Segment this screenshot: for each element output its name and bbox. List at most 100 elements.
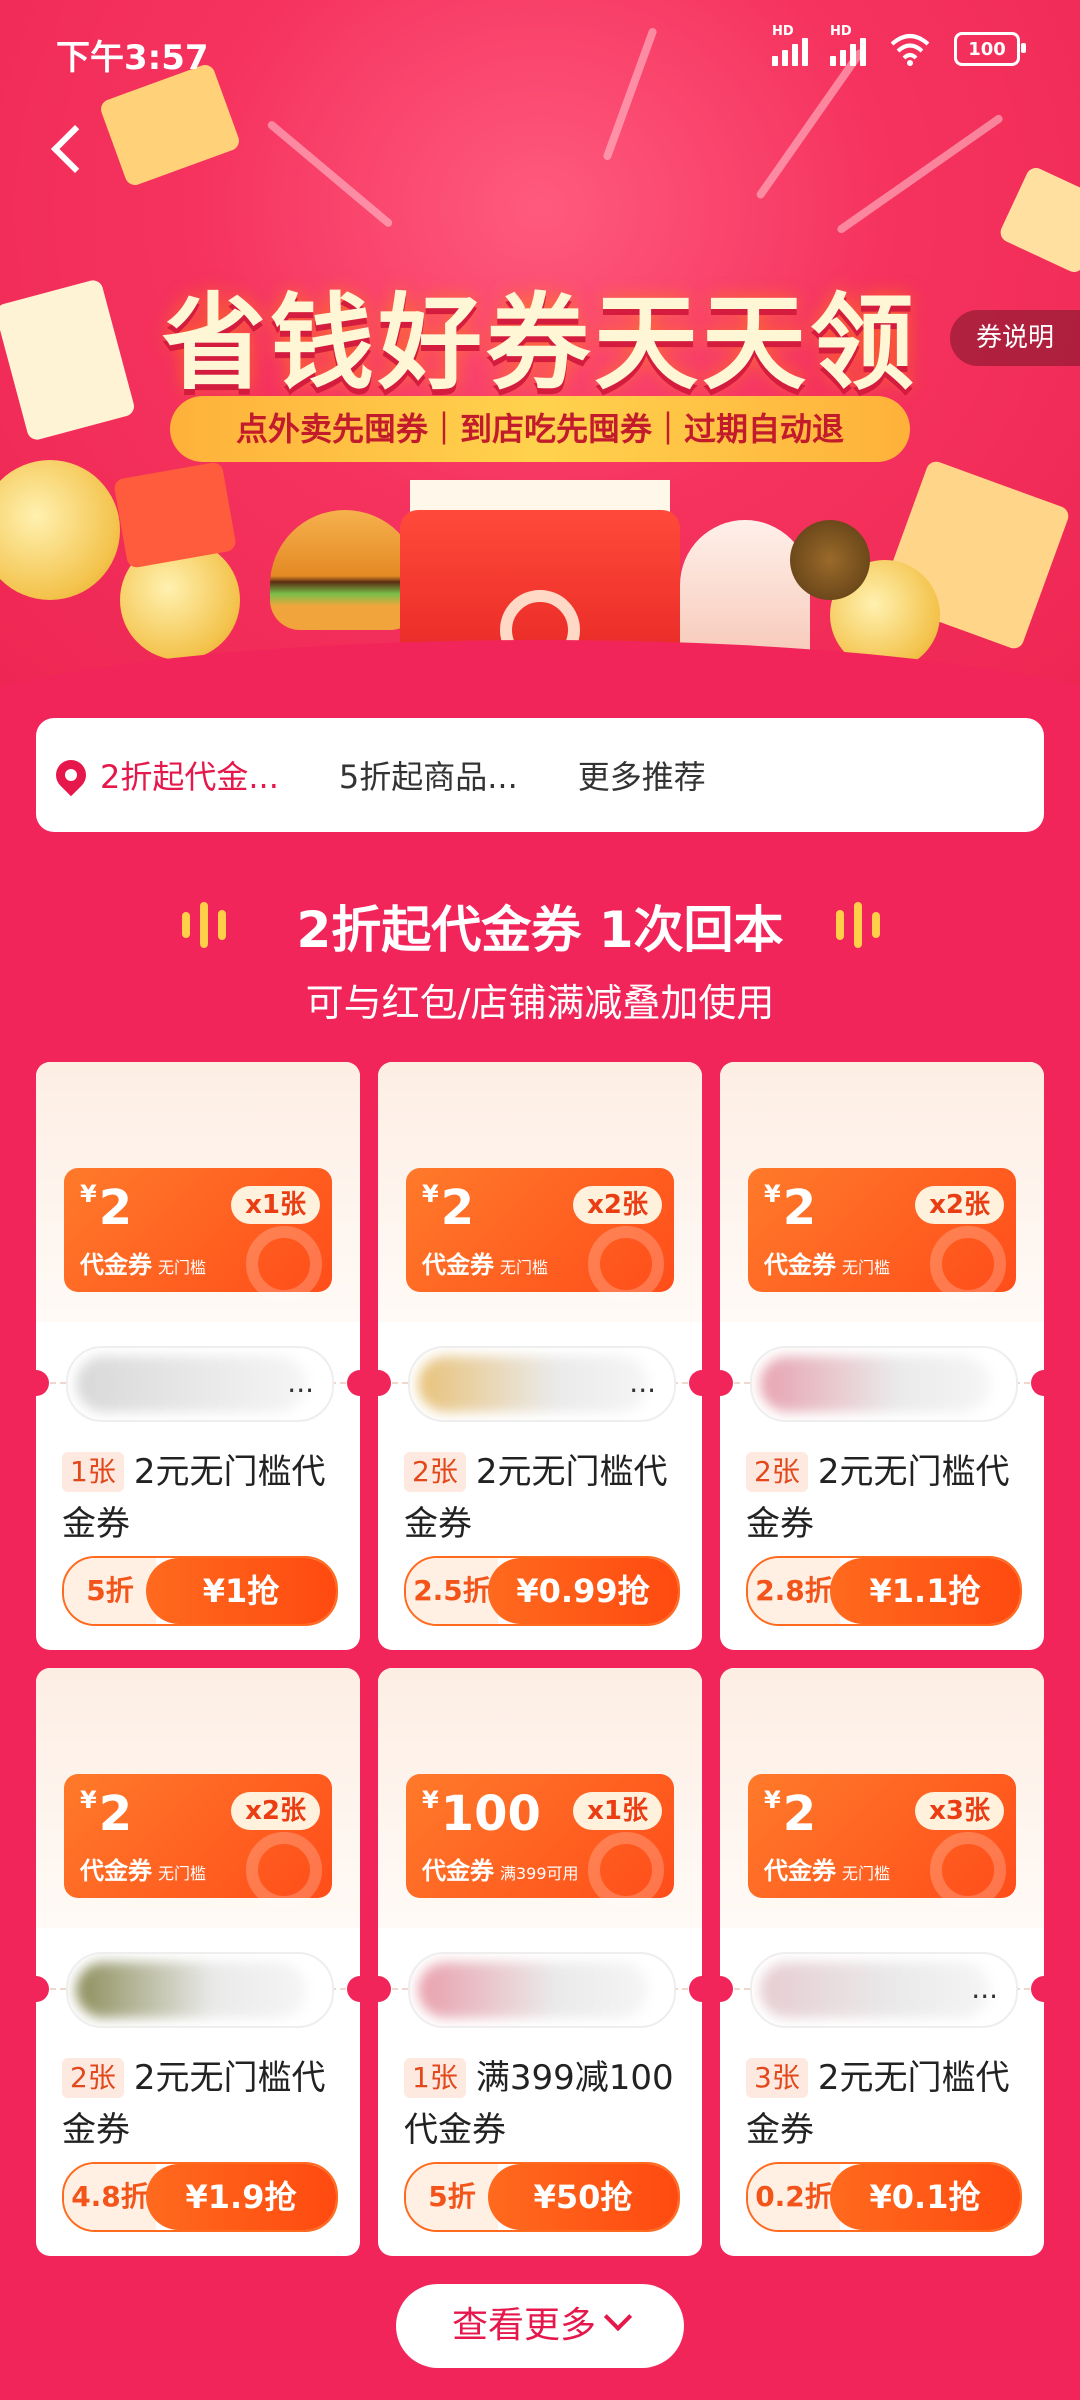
eleme-logo-icon xyxy=(930,1832,1006,1908)
grab-button[interactable]: 5折 ¥50抢 xyxy=(404,2162,680,2232)
blurred-shop-name xyxy=(760,1962,990,2018)
amount-value: 2 xyxy=(782,1786,817,1842)
coupon-card[interactable]: ¥2 x2张 代金券 无门槛 2张 2元无门槛代金券 2.8折 ¥1.1抢 xyxy=(720,1062,1044,1650)
voucher-amount: ¥100 xyxy=(422,1786,541,1842)
card-notch xyxy=(347,1976,360,2002)
blurred-shop-name xyxy=(418,1356,648,1412)
voucher-ticket: ¥2 x2张 代金券 无门槛 xyxy=(64,1774,332,1908)
back-button[interactable] xyxy=(40,120,100,180)
voucher-threshold: 无门槛 xyxy=(500,1258,549,1277)
discount-label: 2.8折 xyxy=(748,1558,840,1624)
coupon-card[interactable]: ¥2 x2张 代金券 无门槛 2张 2元无门槛代金券 4.8折 ¥1.9抢 xyxy=(36,1668,360,2256)
currency-symbol: ¥ xyxy=(422,1786,439,1814)
coupon-description: 3张 2元无门槛代金券 xyxy=(746,2052,1026,2156)
voucher-count: x2张 xyxy=(915,1186,1004,1224)
hd-label: HD xyxy=(830,24,852,39)
coupon-card[interactable]: ¥2 x3张 代金券 无门槛 ... 3张 2元无门槛代金券 0.2折 ¥0.1抢 xyxy=(720,1668,1044,2256)
coupon-description: 2张 2元无门槛代金券 xyxy=(746,1446,1026,1550)
voucher-ticket: ¥2 x1张 代金券 无门槛 xyxy=(64,1168,332,1302)
coupon-rules-button[interactable]: 券说明 xyxy=(950,310,1080,366)
ellipsis: ... xyxy=(287,1366,314,1399)
grab-price: ¥1抢 xyxy=(146,1558,336,1624)
eleme-logo-icon xyxy=(930,1226,1006,1302)
tab-voucher[interactable]: 2折起代金... xyxy=(49,752,279,798)
amount-value: 100 xyxy=(440,1786,541,1842)
card-notch xyxy=(689,1976,702,2002)
grab-button[interactable]: 2.8折 ¥1.1抢 xyxy=(746,1556,1022,1626)
tab-more[interactable]: 更多推荐 xyxy=(578,752,706,798)
discount-label: 2.5折 xyxy=(406,1558,498,1624)
grab-button[interactable]: 2.5折 ¥0.99抢 xyxy=(404,1556,680,1626)
voucher-label: 代金券 满399可用 xyxy=(422,1851,579,1886)
grab-button[interactable]: 5折 ¥1抢 xyxy=(62,1556,338,1626)
coupon-card[interactable]: ¥100 x1张 代金券 满399可用 1张 满399减100代金券 5折 ¥50抢 xyxy=(378,1668,702,2256)
quantity-badge: 1张 xyxy=(62,1452,124,1492)
shop-name-pill: ... xyxy=(66,1346,334,1422)
voucher-amount: ¥2 xyxy=(422,1180,474,1236)
quantity-badge: 2张 xyxy=(746,1452,808,1492)
voucher-label: 代金券 无门槛 xyxy=(764,1245,890,1280)
coupon-description: 2张 2元无门槛代金券 xyxy=(62,2052,342,2156)
redpacket-icon xyxy=(113,461,237,569)
grab-button[interactable]: 4.8折 ¥1.9抢 xyxy=(62,2162,338,2232)
burger-icon xyxy=(270,510,420,630)
voucher-type: 代金券 xyxy=(764,1857,836,1885)
coupon-card[interactable]: ¥2 x2张 代金券 无门槛 ... 2张 2元无门槛代金券 2.5折 ¥0.99抢 xyxy=(378,1062,702,1650)
voucher-count: x2张 xyxy=(573,1186,662,1224)
eleme-logo-icon xyxy=(588,1832,664,1908)
voucher-type: 代金券 xyxy=(764,1251,836,1279)
category-tabs: 2折起代金... 5折起商品... 更多推荐 xyxy=(36,718,1044,832)
eleme-logo-icon xyxy=(246,1832,322,1908)
ellipsis: ... xyxy=(971,1972,998,2005)
voucher-label: 代金券 无门槛 xyxy=(422,1245,548,1280)
voucher-type: 代金券 xyxy=(422,1857,494,1885)
voucher-amount: ¥2 xyxy=(764,1180,816,1236)
banner-subtitle: 点外卖先囤券｜到店吃先囤券｜过期自动退 xyxy=(170,396,910,462)
shop-name-pill xyxy=(750,1346,1018,1422)
discount-label: 0.2折 xyxy=(748,2164,840,2230)
eleme-logo-icon xyxy=(588,1226,664,1302)
discount-label: 5折 xyxy=(406,2164,498,2230)
grab-price: ¥1.9抢 xyxy=(146,2164,336,2230)
voucher-count: x3张 xyxy=(915,1792,1004,1830)
voucher-amount: ¥2 xyxy=(80,1786,132,1842)
coupon-description: 2张 2元无门槛代金券 xyxy=(404,1446,684,1550)
view-more-label: 查看更多 xyxy=(451,2305,596,2346)
voucher-type: 代金券 xyxy=(422,1251,494,1279)
voucher-count: x1张 xyxy=(231,1186,320,1224)
card-notch xyxy=(378,1976,391,2002)
grab-price: ¥50抢 xyxy=(488,2164,678,2230)
voucher-count: x1张 xyxy=(573,1792,662,1830)
shop-name-pill xyxy=(408,1952,676,2028)
ellipsis: ... xyxy=(629,1366,656,1399)
amount-value: 2 xyxy=(98,1786,133,1842)
voucher-ticket: ¥2 x3张 代金券 无门槛 xyxy=(748,1774,1016,1908)
voucher-label: 代金券 无门槛 xyxy=(764,1851,890,1886)
voucher-amount: ¥2 xyxy=(764,1786,816,1842)
battery-icon: 100 xyxy=(954,32,1026,66)
currency-symbol: ¥ xyxy=(764,1786,781,1814)
card-notch xyxy=(1031,1976,1044,2002)
currency-symbol: ¥ xyxy=(764,1180,781,1208)
voucher-threshold: 无门槛 xyxy=(842,1864,891,1883)
tab-label: 2折起代金... xyxy=(100,758,279,796)
section-subtitle: 可与红包/店铺满减叠加使用 xyxy=(305,981,775,1025)
view-more-button[interactable]: 查看更多 xyxy=(396,2284,684,2368)
card-notch xyxy=(36,1370,49,1396)
shop-name-pill: ... xyxy=(750,1952,1018,2028)
eleme-logo-icon xyxy=(246,1226,322,1302)
coupon-card[interactable]: ¥2 x1张 代金券 无门槛 ... 1张 2元无门槛代金券 5折 ¥1抢 xyxy=(36,1062,360,1650)
voucher-threshold: 无门槛 xyxy=(842,1258,891,1277)
card-notch xyxy=(1031,1370,1044,1396)
voucher-type: 代金券 xyxy=(80,1251,152,1279)
currency-symbol: ¥ xyxy=(422,1180,439,1208)
tab-goods[interactable]: 5折起商品... xyxy=(339,752,518,798)
grab-button[interactable]: 0.2折 ¥0.1抢 xyxy=(746,2162,1022,2232)
amount-value: 2 xyxy=(440,1180,475,1236)
voucher-threshold: 无门槛 xyxy=(158,1864,207,1883)
voucher-ticket: ¥100 x1张 代金券 满399可用 xyxy=(406,1774,674,1908)
section-title: 2折起代金券 1次回本 xyxy=(296,901,784,959)
discount-label: 4.8折 xyxy=(64,2164,156,2230)
voucher-count: x2张 xyxy=(231,1792,320,1830)
voucher-ticket: ¥2 x2张 代金券 无门槛 xyxy=(748,1168,1016,1302)
